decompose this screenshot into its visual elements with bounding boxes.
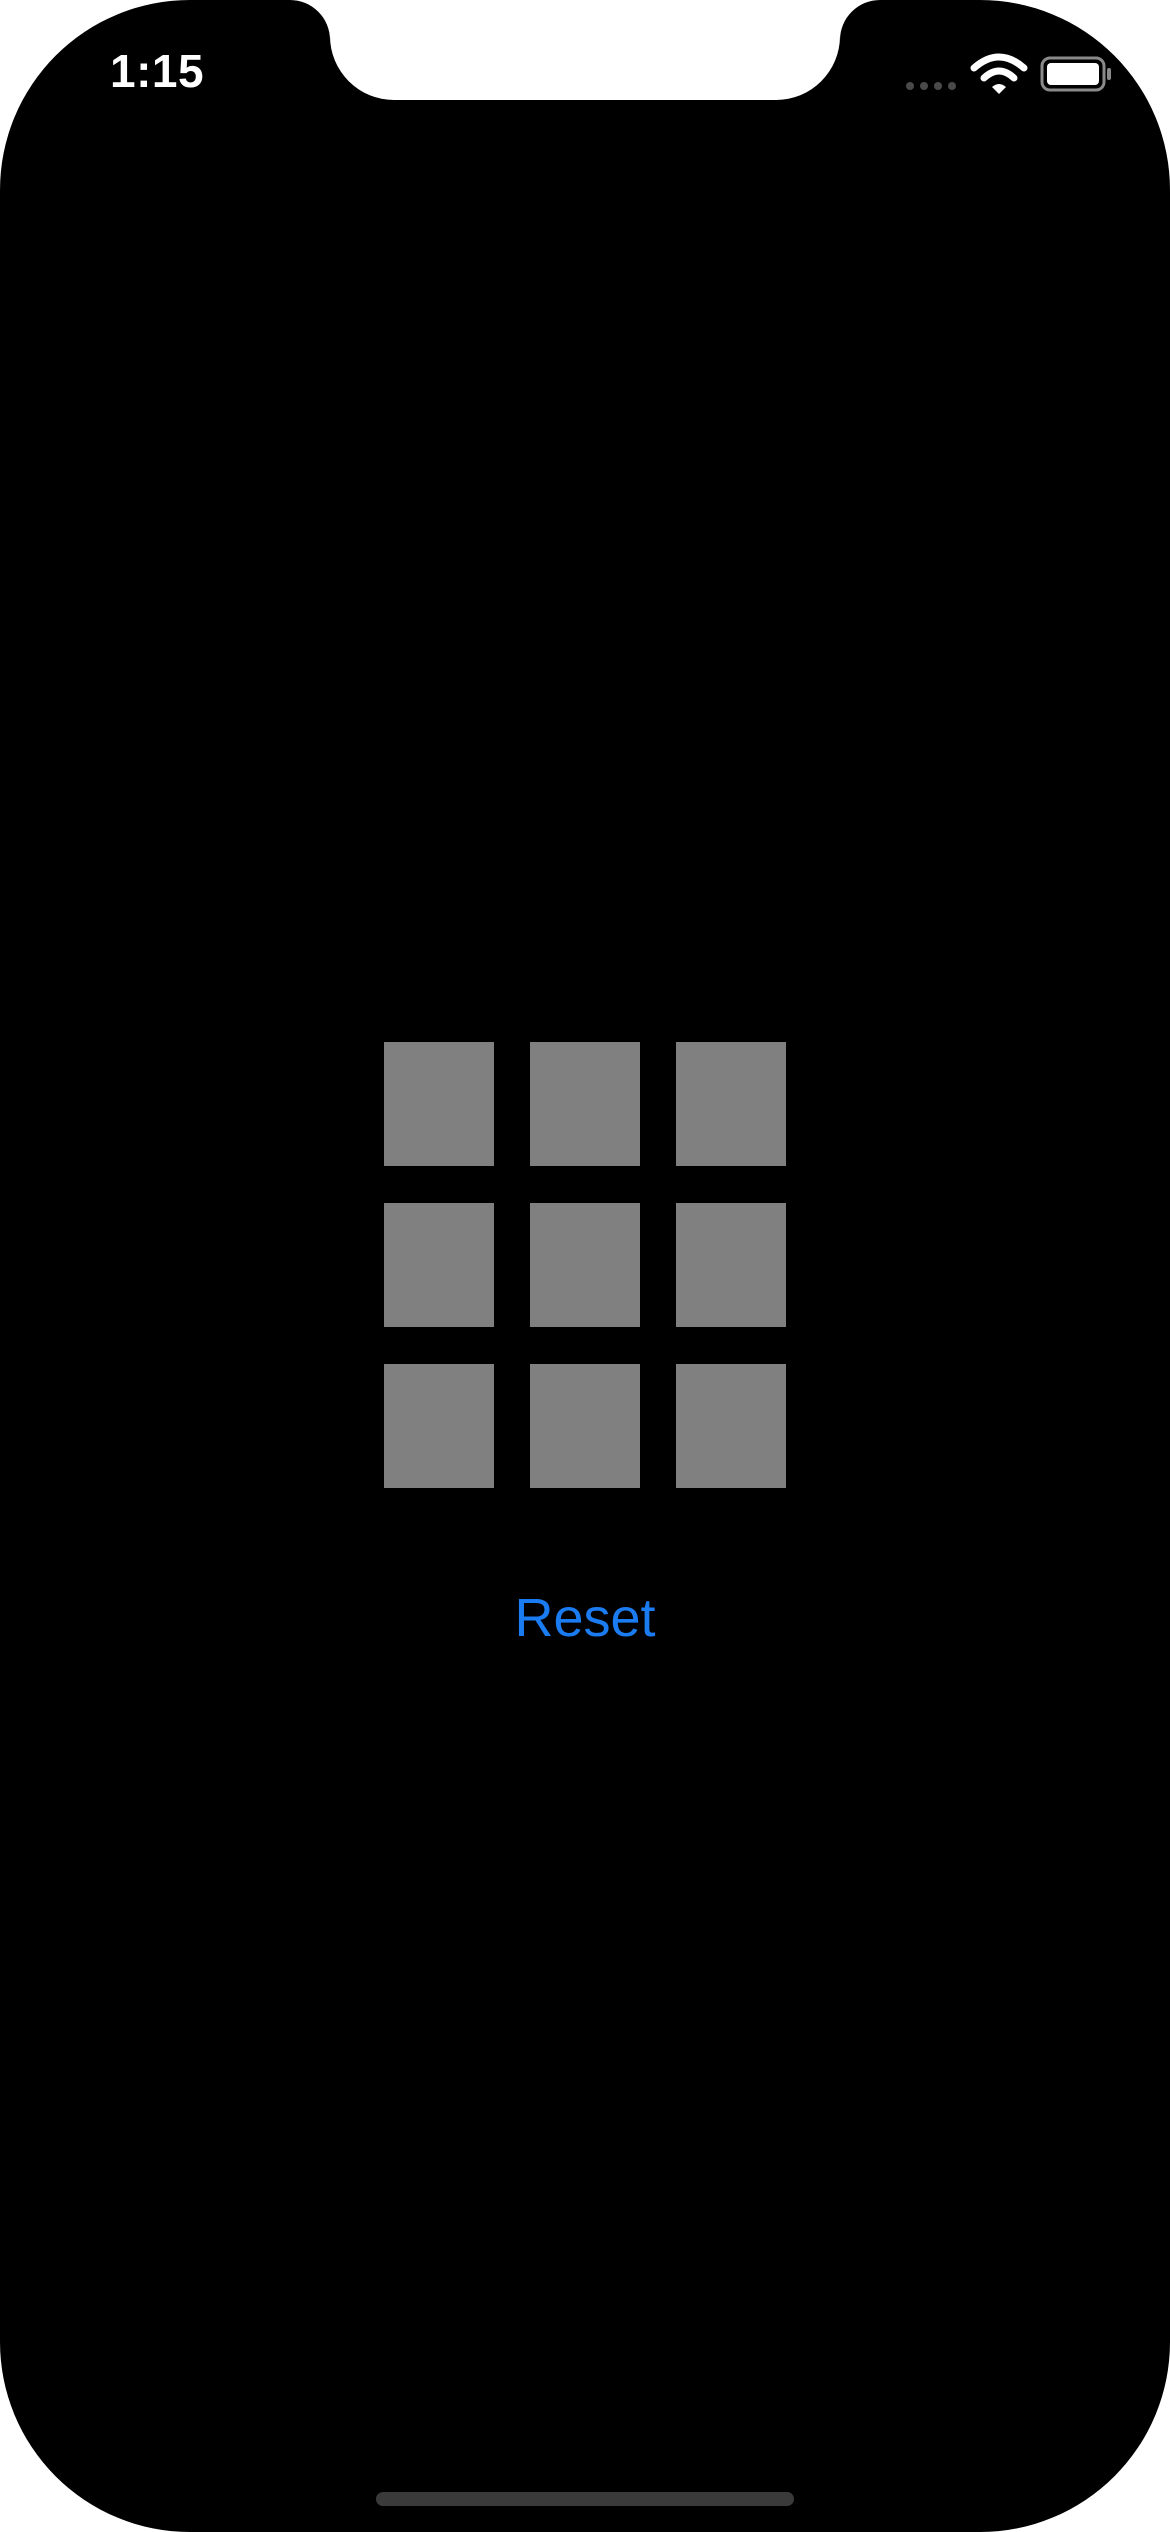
grid-tile[interactable] (530, 1203, 640, 1327)
app-screen: 1:15 Reset (0, 0, 1170, 2532)
camera-notch (330, 0, 840, 100)
grid-tile[interactable] (676, 1364, 786, 1488)
grid-tile[interactable] (676, 1042, 786, 1166)
status-bar-time: 1:15 (110, 45, 205, 97)
grid-tile[interactable] (530, 1042, 640, 1166)
battery-icon (1040, 56, 1111, 92)
grid-tile[interactable] (384, 1042, 494, 1166)
grid-tile[interactable] (530, 1364, 640, 1488)
home-indicator[interactable] (376, 2492, 794, 2506)
wifi-icon (970, 53, 1028, 94)
grid-tile[interactable] (384, 1203, 494, 1327)
notch-corner-left (290, 0, 330, 40)
reset-button[interactable]: Reset (485, 1580, 685, 1656)
notch-corner-right (840, 0, 880, 40)
grid-tile[interactable] (384, 1364, 494, 1488)
cellular-signal-icon (906, 82, 956, 90)
grid-tile[interactable] (676, 1203, 786, 1327)
